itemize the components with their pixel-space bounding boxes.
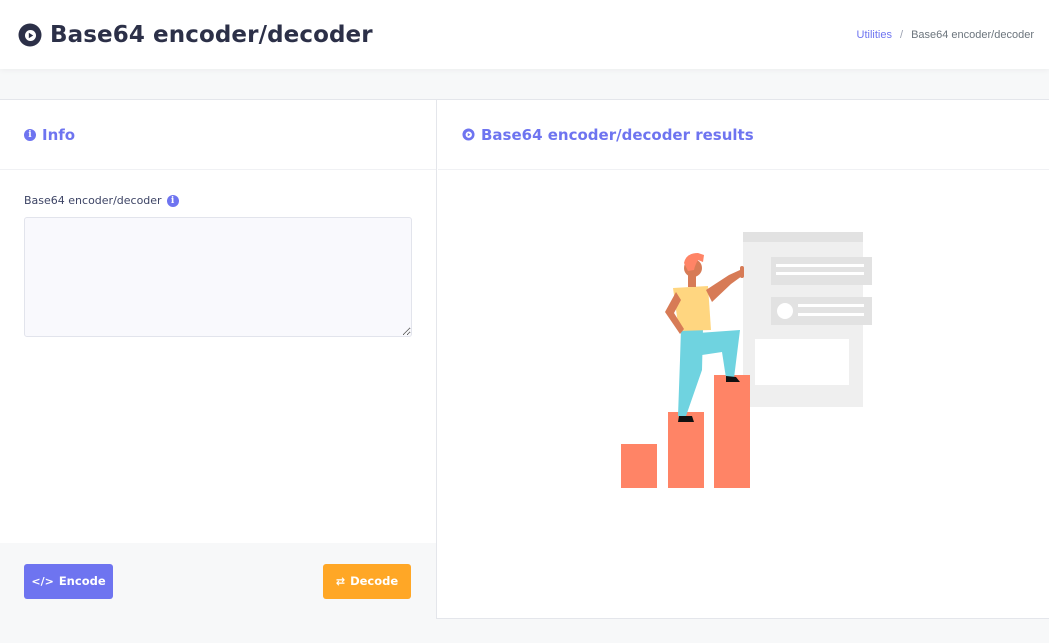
main-panels: i Info Base64 encoder/decoder i </> Enco…: [0, 99, 1049, 619]
base64-input[interactable]: [24, 217, 412, 337]
bar-medium: [668, 412, 704, 488]
breadcrumb-link-utilities[interactable]: Utilities: [857, 29, 892, 41]
info-panel-footer: </> Encode ⇄ Decode: [0, 543, 436, 619]
input-label-text: Base64 encoder/decoder: [24, 194, 162, 207]
results-panel: Base64 encoder/decoder results: [438, 100, 1049, 619]
info-icon: i: [24, 128, 36, 141]
info-panel-header: i Info: [0, 100, 436, 170]
growth-illustration: [621, 232, 872, 488]
play-circle-icon: [462, 128, 475, 141]
info-panel-title: Info: [42, 125, 76, 144]
title-group: Base64 encoder/decoder: [18, 22, 373, 48]
info-panel: i Info Base64 encoder/decoder i </> Enco…: [0, 100, 437, 619]
top-bar: Base64 encoder/decoder Utilities / Base6…: [0, 0, 1049, 69]
encode-button[interactable]: </> Encode: [24, 563, 113, 599]
swap-arrows-icon: ⇄: [335, 574, 346, 588]
decode-button[interactable]: ⇄ Decode: [323, 563, 411, 599]
page-title: Base64 encoder/decoder: [50, 21, 373, 48]
code-icon: </>: [31, 574, 54, 588]
breadcrumb: Utilities / Base64 encoder/decoder: [857, 29, 1034, 41]
bar-large: [714, 375, 750, 488]
field-info-icon[interactable]: i: [166, 194, 179, 207]
bar-small: [621, 444, 657, 488]
play-circle-icon: [18, 23, 42, 46]
decode-button-label: Decode: [350, 574, 399, 588]
breadcrumb-separator: /: [900, 28, 904, 41]
breadcrumb-current: Base64 encoder/decoder: [911, 28, 1034, 41]
results-panel-title: Base64 encoder/decoder results: [481, 125, 754, 144]
input-label: Base64 encoder/decoder i: [24, 194, 412, 207]
encode-button-label: Encode: [58, 574, 106, 588]
form-body: Base64 encoder/decoder i: [0, 170, 436, 337]
results-panel-header: Base64 encoder/decoder results: [438, 100, 1049, 170]
